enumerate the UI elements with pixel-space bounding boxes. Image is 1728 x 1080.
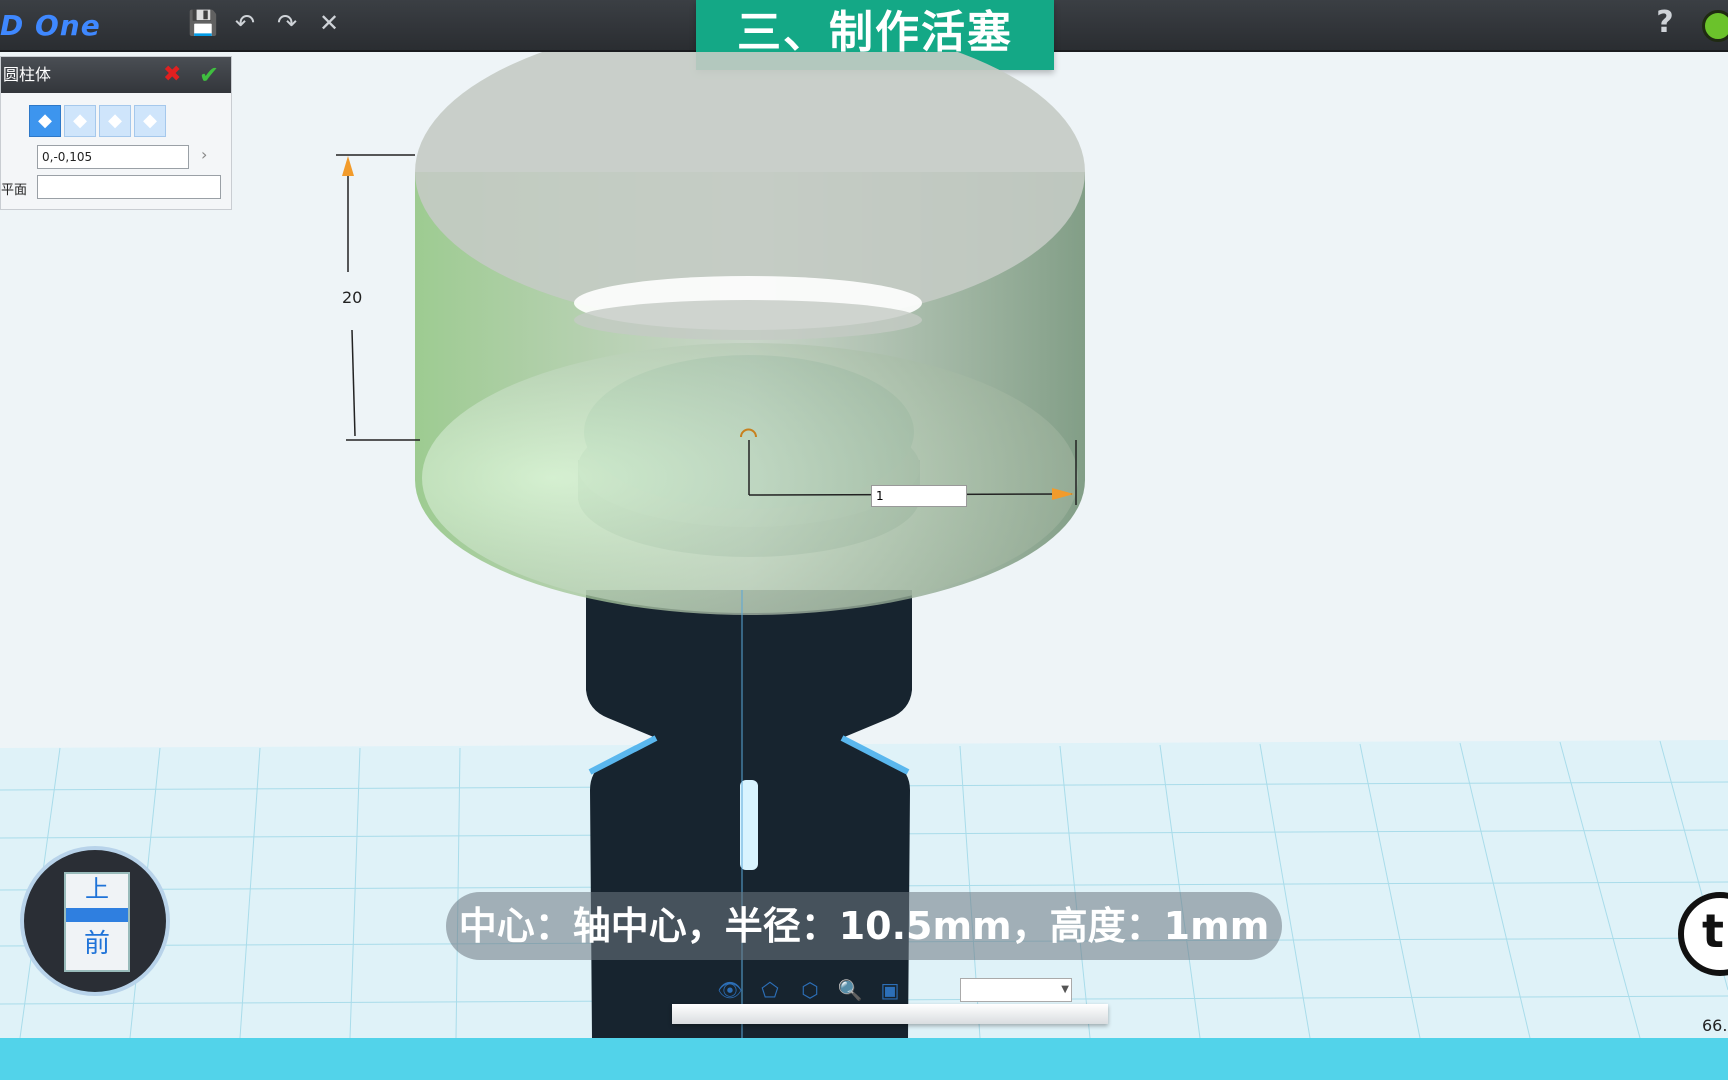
eye-icon[interactable]: 👁 xyxy=(710,976,750,1004)
view-cube[interactable]: 上 前 xyxy=(64,872,130,972)
height-dimension-label: 20 xyxy=(342,288,363,307)
radius-input[interactable]: 1 xyxy=(871,485,967,507)
redo-icon[interactable]: ↷ xyxy=(270,6,304,40)
bottom-strip xyxy=(0,1038,1728,1080)
app-logo: D One xyxy=(0,9,101,42)
dimension-arrow-icon[interactable] xyxy=(342,156,354,176)
material-icon[interactable]: ▣ xyxy=(870,976,910,1004)
cube-face-top[interactable]: 上 xyxy=(66,874,128,904)
close-icon[interactable]: ✕ xyxy=(312,6,346,40)
help-icon[interactable]: ? xyxy=(1648,6,1682,40)
zoom-icon[interactable]: 🔍 xyxy=(830,976,870,1004)
undo-icon[interactable]: ↶ xyxy=(228,6,262,40)
view-dropdown[interactable]: ▼ xyxy=(960,978,1072,1002)
cube-edge xyxy=(66,908,128,922)
tutorial-caption: 中心：轴中心，半径：10.5mm，高度：1mm xyxy=(446,892,1282,960)
save-icon[interactable]: 💾 xyxy=(186,6,220,40)
cube-view-icon[interactable]: ⬠ xyxy=(750,976,790,1004)
view-toolbar: 👁 ⬠ ⬡ 🔍 ▣ xyxy=(710,976,910,1004)
viewport[interactable] xyxy=(0,52,1728,1038)
zoom-level: 66. xyxy=(1702,1016,1728,1035)
view-navigation-cube[interactable]: 上 前 xyxy=(20,846,170,996)
view-toolbar-shelf xyxy=(672,1004,1108,1024)
shaded-view-icon[interactable]: ⬡ xyxy=(790,976,830,1004)
status-indicator xyxy=(1702,10,1728,42)
chevron-down-icon: ▼ xyxy=(1061,984,1069,995)
cube-face-front[interactable]: 前 xyxy=(66,924,128,964)
